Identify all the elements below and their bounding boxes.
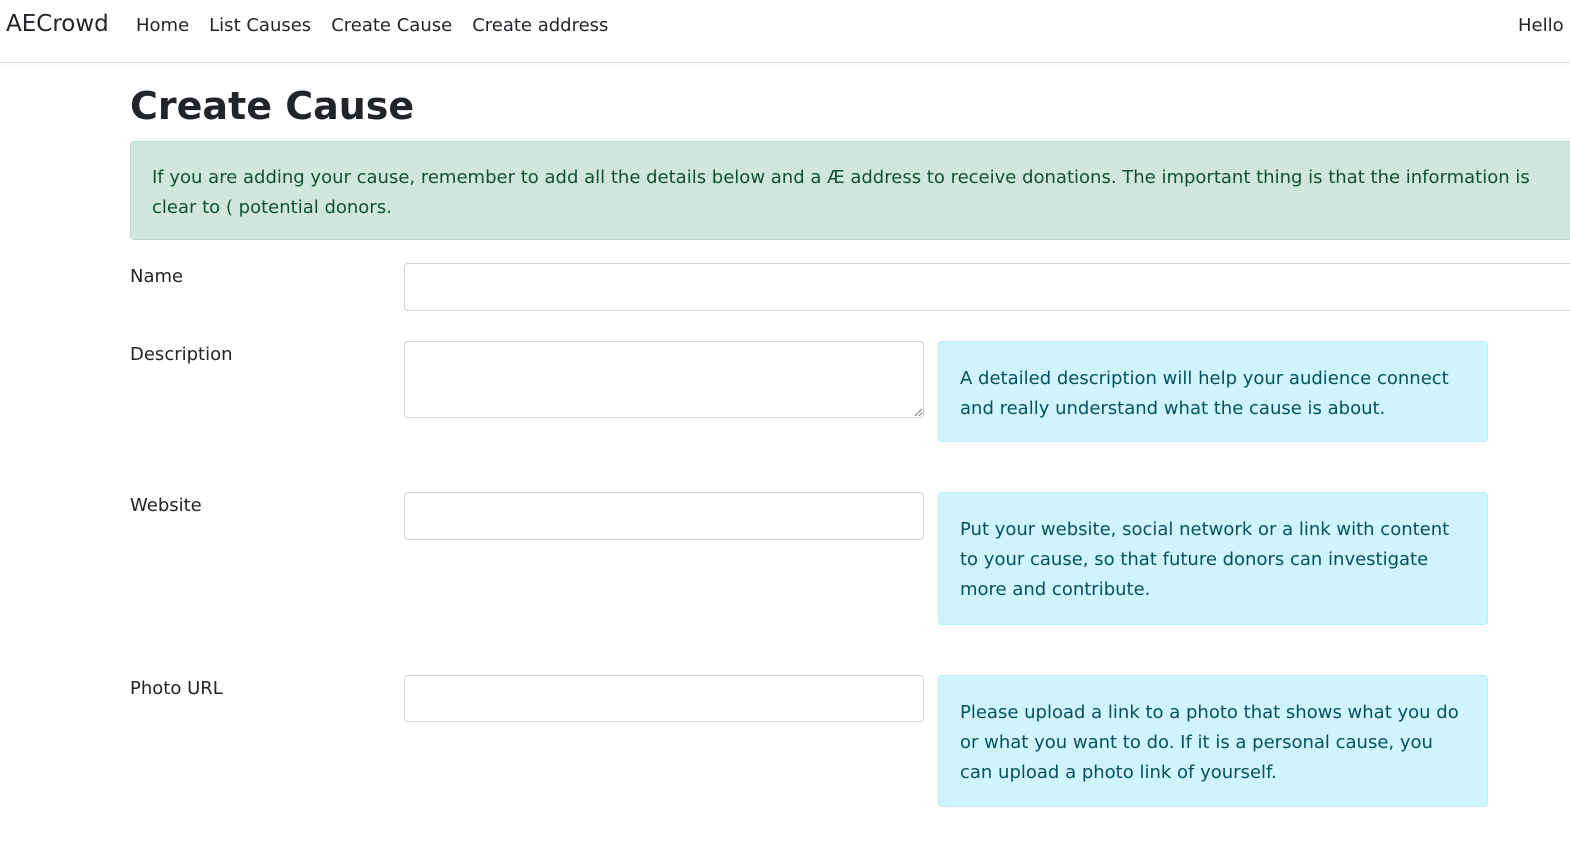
photo-url-label: Photo URL: [130, 678, 223, 699]
nav-link-list-causes[interactable]: List Causes: [209, 15, 311, 36]
name-input[interactable]: [404, 263, 1570, 311]
photo-url-help: Please upload a link to a photo that sho…: [938, 675, 1488, 807]
intro-alert: If you are adding your cause, remember t…: [130, 141, 1570, 240]
description-label: Description: [130, 344, 233, 365]
website-label: Website: [130, 495, 202, 516]
brand-link[interactable]: AECrowd: [6, 11, 109, 37]
photo-url-input[interactable]: [404, 675, 924, 722]
website-help: Put your website, social network or a li…: [938, 492, 1488, 625]
nav-link-home[interactable]: Home: [136, 15, 189, 36]
nav-links: Home List Causes Create Cause Create add…: [136, 15, 628, 36]
user-greeting: Hello: [1518, 15, 1564, 36]
description-textarea[interactable]: [404, 341, 924, 418]
website-input[interactable]: [404, 492, 924, 540]
name-label: Name: [130, 266, 184, 287]
top-navbar: AECrowd Home List Causes Create Cause Cr…: [0, 0, 1570, 63]
description-help: A detailed description will help your au…: [938, 341, 1488, 442]
nav-link-create-address[interactable]: Create address: [472, 15, 608, 36]
page-title: Create Cause: [130, 84, 415, 128]
nav-link-create-cause[interactable]: Create Cause: [331, 15, 452, 36]
